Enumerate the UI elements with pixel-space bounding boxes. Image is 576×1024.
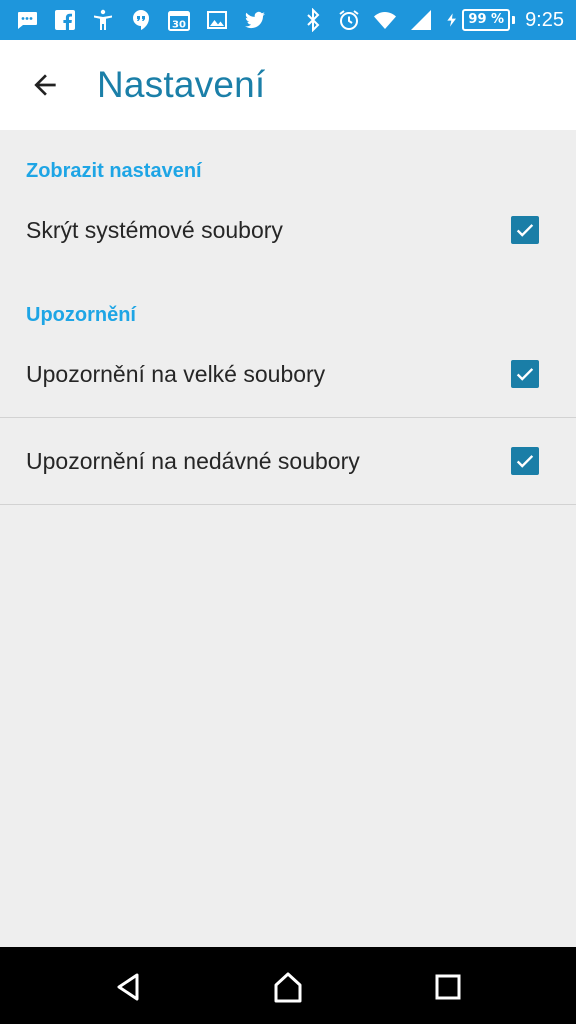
settings-list: Zobrazit nastavení Skrýt systémové soubo… [0,130,576,947]
back-triangle-icon [117,973,139,1001]
page-title: Nastavení [97,64,266,105]
pref-label: Upozornění na velké soubory [26,360,326,387]
navigation-bar [0,947,576,1024]
wifi-icon [372,7,398,33]
battery-percent: 99 % [462,9,511,31]
hangouts-icon [128,7,154,33]
accessibility-icon [90,7,116,33]
signal-icon [408,7,434,33]
back-button[interactable] [22,62,68,108]
notification-icons: 30 [14,0,268,40]
pref-large-files[interactable]: Upozornění na velké soubory [0,331,576,417]
nav-back-button[interactable] [106,965,150,1009]
divider [0,504,576,505]
clock: 9:25 [525,8,564,31]
alarm-icon [336,7,362,33]
nav-home-button[interactable] [266,965,310,1009]
status-bar: 30 99 % 9:25 [0,0,576,40]
calendar-day-text: 30 [172,20,186,31]
messages-icon [14,7,40,33]
arrow-back-icon [34,74,56,96]
app-bar: Nastavení [0,40,576,130]
pref-label: Skrýt systémové soubory [26,216,283,243]
bluetooth-icon [300,7,326,33]
check-icon [516,455,534,468]
checkbox-recent-files[interactable] [511,447,539,475]
checkbox-large-files[interactable] [511,360,539,388]
system-icons: 99 % 9:25 [300,0,564,40]
calendar-icon: 30 [166,7,192,33]
charging-icon [447,13,457,27]
check-icon [516,368,534,381]
section-header-display: Zobrazit nastavení [26,160,202,182]
section-header-notifications: Upozornění [26,304,136,326]
battery-indicator: 99 % [444,9,516,31]
gallery-icon [204,7,230,33]
twitter-icon [242,7,268,33]
pref-label: Upozornění na nedávné soubory [26,447,360,474]
checkbox-hide-system-files[interactable] [511,216,539,244]
battery-tip [512,16,516,24]
recents-square-icon [435,974,461,1000]
pref-hide-system-files[interactable]: Skrýt systémové soubory [0,187,576,273]
pref-recent-files[interactable]: Upozornění na nedávné soubory [0,418,576,504]
nav-recents-button[interactable] [426,965,470,1009]
facebook-icon [52,7,78,33]
home-icon [274,972,302,1003]
check-icon [516,224,534,237]
